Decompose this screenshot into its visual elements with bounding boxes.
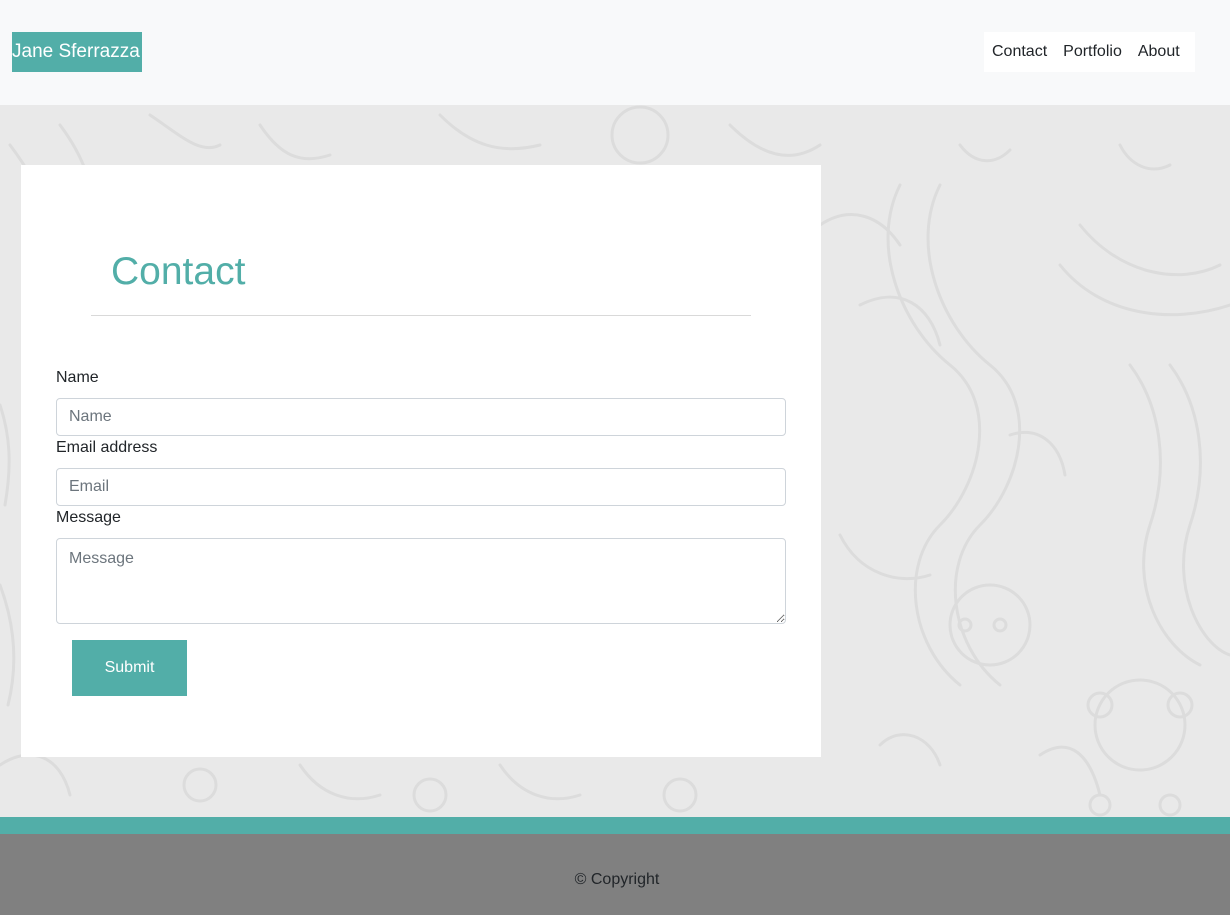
contact-card: Contact Name Email address Message Submi… — [21, 165, 821, 757]
email-input[interactable] — [56, 468, 786, 506]
brand-logo-link[interactable]: Jane Sferrazza — [12, 32, 142, 72]
message-textarea[interactable] — [56, 538, 786, 624]
page-title: Contact — [111, 250, 246, 293]
email-label: Email address — [56, 439, 158, 456]
title-divider — [91, 315, 751, 316]
footer-accent-bar — [0, 817, 1230, 834]
copyright-text: © Copyright — [574, 871, 660, 888]
site-footer: © Copyright — [0, 834, 1230, 915]
message-label: Message — [56, 509, 121, 526]
site-header: Jane Sferrazza Contact Portfolio About — [0, 0, 1230, 105]
main-nav: Contact Portfolio About — [984, 32, 1195, 72]
name-input[interactable] — [56, 398, 786, 436]
nav-link-about[interactable]: About — [1138, 43, 1180, 61]
nav-link-contact[interactable]: Contact — [992, 43, 1047, 61]
name-label: Name — [56, 369, 99, 386]
nav-link-portfolio[interactable]: Portfolio — [1063, 43, 1122, 61]
submit-button[interactable]: Submit — [72, 640, 187, 696]
